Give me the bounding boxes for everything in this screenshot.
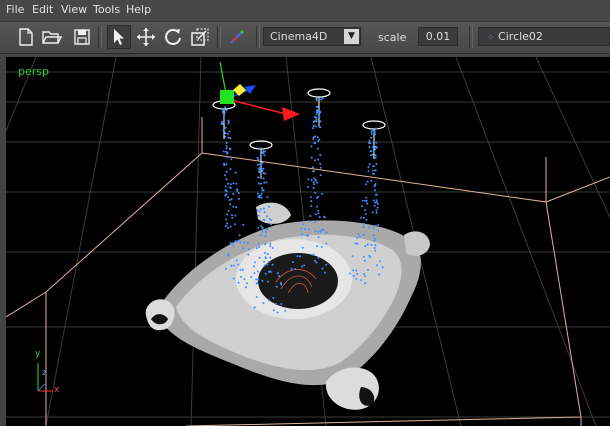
object-select-value: Circle02	[498, 30, 543, 43]
exporter-select[interactable]: Cinema4D ▼	[263, 27, 361, 46]
scale-label: scale	[378, 31, 407, 44]
toolbar-separator	[256, 26, 260, 48]
menu-help[interactable]: Help	[126, 3, 151, 16]
open-folder-icon[interactable]	[40, 25, 64, 49]
toolbar-separator	[217, 26, 221, 48]
3d-viewport[interactable]: persp y z x	[6, 57, 610, 426]
exporter-select-value: Cinema4D	[270, 30, 328, 43]
menu-bar: File Edit View Tools Help	[0, 0, 610, 22]
scale-icon[interactable]	[188, 25, 212, 49]
torus-mesh	[145, 202, 430, 410]
color-picker-icon[interactable]	[225, 25, 249, 49]
axis-label-x: x	[54, 385, 60, 395]
menu-view[interactable]: View	[61, 3, 87, 16]
axis-label-z: z	[42, 368, 47, 378]
object-select[interactable]: ⁘ Circle02	[478, 27, 610, 46]
menu-edit[interactable]: Edit	[32, 3, 53, 16]
save-icon[interactable]	[70, 25, 94, 49]
object-icon: ⁘	[487, 33, 495, 43]
toolbar: Cinema4D ▼ scale 0.01 ⁘ Circle02	[0, 22, 610, 54]
chevron-down-icon: ▼	[344, 29, 359, 44]
menu-tools[interactable]: Tools	[93, 3, 120, 16]
select-arrow-icon[interactable]	[107, 25, 131, 49]
viewport-camera-label: persp	[18, 65, 49, 78]
scale-input[interactable]: 0.01	[418, 27, 458, 46]
toolbar-separator	[98, 26, 102, 48]
menu-file[interactable]: File	[6, 3, 24, 16]
toolbar-separator	[469, 26, 473, 48]
rotate-icon[interactable]	[161, 25, 185, 49]
new-file-icon[interactable]	[14, 25, 38, 49]
move-icon[interactable]	[134, 25, 158, 49]
axis-label-y: y	[35, 349, 41, 359]
viewport-canvas	[6, 57, 610, 426]
